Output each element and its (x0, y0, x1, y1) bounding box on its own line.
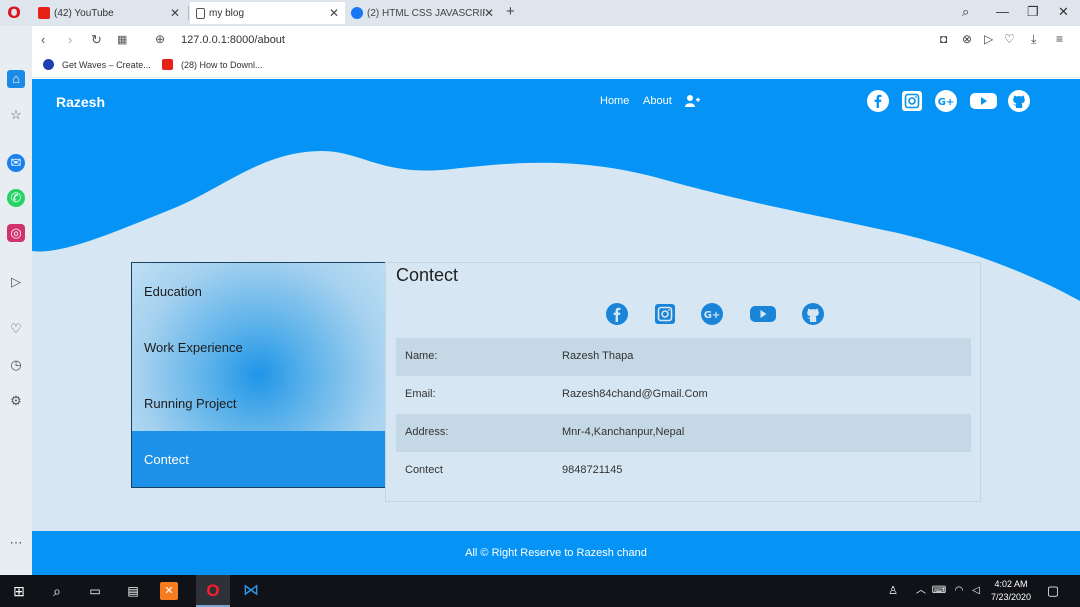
task-view-icon[interactable]: ▭ (86, 582, 104, 600)
restore-icon[interactable]: ❐ (1027, 4, 1039, 20)
opera-icon[interactable]: O (204, 582, 222, 600)
star-icon[interactable]: ☆ (7, 106, 25, 124)
messenger-icon[interactable]: ✉ (7, 154, 25, 172)
youtube-icon[interactable] (970, 90, 997, 112)
tab-facebook[interactable]: (2) HTML CSS JAVASCRIPT ✕ (347, 2, 500, 24)
more-icon[interactable]: ⋯ (7, 534, 25, 552)
google-plus-icon[interactable]: G+ (701, 303, 723, 325)
nav-home[interactable]: Home (600, 95, 629, 107)
web-page: Razesh Home About G+ Education Work Expe… (32, 79, 1080, 575)
download-icon[interactable]: ⤓ (1031, 32, 1036, 47)
search-icon[interactable]: ⌕ (48, 582, 66, 600)
forward-icon[interactable]: › (68, 32, 72, 47)
tab-separator (188, 6, 189, 20)
whatsapp-icon[interactable]: ✆ (7, 189, 25, 207)
search-tabs-icon[interactable]: ⌕ (962, 4, 969, 20)
windows-taskbar: ⊞ ⌕ ▭ ▤ ✕ O ⋈ ♙ ︿ ⌨ ◠ ◁ 4:02 AM 7/23/202… (0, 575, 1080, 607)
youtube-icon (162, 59, 173, 70)
flow-icon[interactable]: ▷ (7, 273, 25, 291)
table-row: Contect 9848721145 (405, 464, 623, 476)
vscode-icon[interactable]: ⋈ (242, 582, 260, 600)
youtube-icon[interactable] (750, 303, 776, 325)
bookmark-how-to-download[interactable]: (28) How to Downl... (162, 59, 263, 70)
xampp-icon[interactable]: ✕ (160, 582, 178, 600)
brand-logo[interactable]: Razesh (56, 94, 105, 110)
people-icon[interactable]: ♙ (884, 582, 902, 600)
back-icon[interactable]: ‹ (41, 32, 45, 47)
google-plus-icon[interactable]: G+ (935, 90, 957, 112)
speed-dial-icon[interactable]: ▦ (117, 33, 127, 46)
wifi-icon[interactable]: ◠ (950, 582, 968, 600)
browser-sidebar: ⌂ ☆ ✉ ✆ ◎ ▷ ♡ ◷ ⚙ ⋯ (0, 26, 32, 575)
menu-icon[interactable]: ≡ (1056, 32, 1063, 46)
facebook-icon (351, 7, 363, 19)
svg-text:G+: G+ (938, 97, 955, 108)
github-icon[interactable] (802, 303, 824, 325)
url-field[interactable]: 127.0.0.1:8000/about (181, 34, 285, 46)
heart-icon[interactable]: ♡ (7, 320, 25, 338)
page-footer: All © Right Reserve to Razesh chand (32, 531, 1080, 575)
table-row: Address: Mnr-4,Kanchanpur,Nepal (396, 414, 971, 452)
snapshot-icon[interactable]: ◘ (940, 32, 947, 46)
card-title: Contect (396, 265, 459, 285)
history-icon[interactable]: ◷ (7, 356, 25, 374)
menu-item-contect[interactable]: Contect (132, 431, 385, 487)
notifications-icon[interactable]: ▢ (1044, 582, 1062, 600)
terminal-icon[interactable]: ▤ (124, 582, 142, 600)
opera-logo-icon[interactable]: O (6, 5, 22, 21)
close-tab-icon[interactable]: ✕ (484, 6, 494, 20)
heart-icon[interactable]: ♡ (1004, 32, 1015, 46)
instagram-icon[interactable]: ◎ (7, 224, 25, 242)
chevron-up-icon[interactable]: ︿ (912, 582, 930, 600)
instagram-icon[interactable] (901, 90, 923, 112)
menu-item-work-experience[interactable]: Work Experience (132, 319, 385, 375)
tab-my-blog[interactable]: my blog ✕ (190, 2, 345, 24)
clock[interactable]: 4:02 AM 7/23/2020 (982, 578, 1040, 604)
user-plus-icon[interactable] (685, 95, 700, 107)
adblock-icon[interactable]: ⊗ (962, 32, 972, 46)
github-icon[interactable] (1008, 90, 1030, 112)
minimize-icon[interactable]: — (996, 4, 1009, 19)
waves-icon (43, 59, 54, 70)
bookmarks-bar: Get Waves – Create... (28) How to Downl.… (32, 54, 1080, 78)
table-row: Email: Razesh84chand@Gmail.Com (405, 388, 708, 400)
tab-youtube[interactable]: (42) YouTube ✕ (34, 2, 186, 24)
reload-icon[interactable]: ↻ (91, 32, 102, 48)
new-tab-icon[interactable]: + (506, 3, 515, 20)
nav-about[interactable]: About (643, 95, 672, 107)
windows-start-icon[interactable]: ⊞ (10, 582, 28, 600)
home-icon[interactable]: ⌂ (7, 70, 25, 88)
instagram-icon[interactable] (654, 303, 676, 325)
facebook-icon[interactable] (606, 303, 628, 325)
menu-item-running-project[interactable]: Running Project (132, 375, 385, 431)
contact-card: Contect G+ Name: Razesh Thapa Email: Raz… (385, 262, 981, 502)
menu-item-education[interactable]: Education (132, 263, 385, 319)
bookmark-get-waves[interactable]: Get Waves – Create... (43, 59, 151, 70)
address-bar: ‹ › ↻ ▦ ⊕ 127.0.0.1:8000/about ◘ ⊗ ▷ ♡ ⤓… (32, 26, 1080, 54)
settings-icon[interactable]: ⚙ (7, 392, 25, 410)
browser-tab-strip: O (42) YouTube ✕ my blog ✕ (2) HTML CSS … (0, 0, 1080, 26)
svg-text:G+: G+ (704, 310, 721, 321)
about-menu: Education Work Experience Running Projec… (131, 262, 386, 488)
send-icon[interactable]: ▷ (984, 32, 993, 46)
table-row: Name: Razesh Thapa (396, 338, 971, 376)
facebook-icon[interactable] (867, 90, 889, 112)
document-icon (196, 7, 205, 19)
close-tab-icon[interactable]: ✕ (170, 6, 180, 20)
close-tab-icon[interactable]: ✕ (329, 6, 339, 20)
youtube-icon (38, 7, 50, 19)
globe-icon: ⊕ (155, 32, 166, 46)
close-window-icon[interactable]: ✕ (1058, 4, 1069, 20)
keyboard-icon[interactable]: ⌨ (930, 582, 948, 600)
